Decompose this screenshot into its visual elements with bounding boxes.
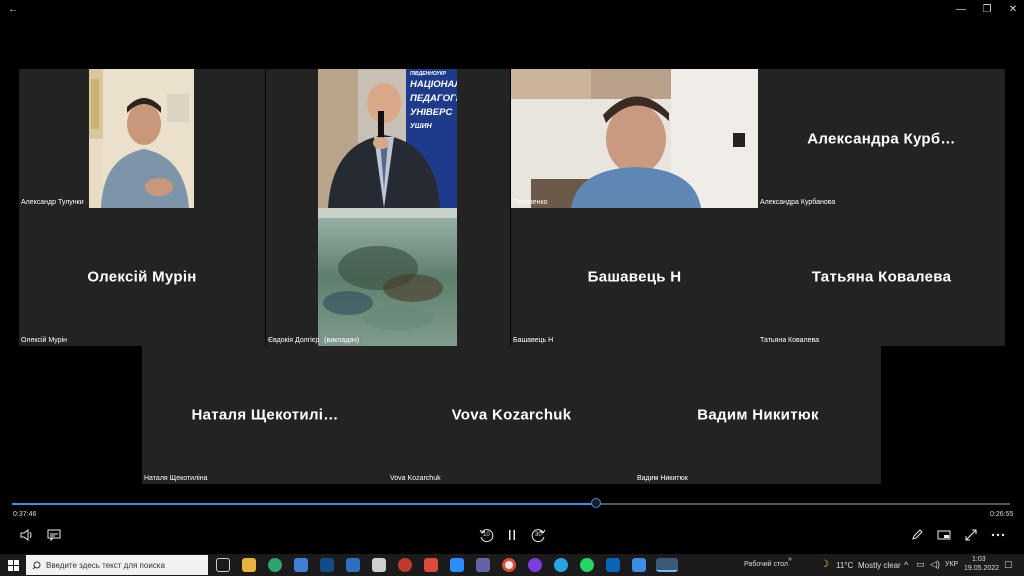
participant-role-badge: (викладач) — [321, 336, 363, 345]
participant-label: Вадим Никитюк — [637, 475, 688, 482]
participant-name: Вадим Никитюк — [697, 406, 819, 424]
miniplayer-icon[interactable] — [935, 526, 953, 544]
network-icon[interactable]: ▭ — [916, 559, 925, 570]
participant-tile-dolgier: ПІВДЕННОУКР НАЦІОНАЛ ПЕДАГОГІ УНІВЕРС УШ… — [266, 69, 510, 346]
participant-label: Vova Kozarchuk — [390, 475, 441, 482]
participant-label: Башавець Н — [513, 337, 554, 344]
rewind-label: 10 — [483, 532, 490, 538]
participant-tile-kurbanova: Александра Курб… Александра Курбанова — [758, 69, 1005, 208]
participant-label: Євдокія Долгієр (викладач) — [268, 336, 363, 345]
minimize-button[interactable]: — — [948, 0, 974, 18]
banner-line: ПІВДЕННОУКР — [410, 71, 447, 77]
banner-text: ПІВДЕННОУКР НАЦІОНАЛ ПЕДАГОГІ УНІВЕРС УШ… — [410, 71, 457, 134]
participant-tile-bashavets: Башавець Н Башавець Н — [511, 208, 758, 346]
participant-label-name: Євдокія Долгієр — [268, 337, 320, 344]
participant-label: Олексій Мурін — [21, 337, 68, 344]
title-bar: ← — ❐ ✕ — [0, 0, 1024, 18]
whatsapp-icon[interactable] — [580, 558, 594, 572]
outlook-icon[interactable] — [606, 558, 620, 572]
captions-icon[interactable] — [45, 526, 63, 544]
speaker-icon[interactable]: ◁) — [930, 559, 940, 570]
remaining-time: 0:26:55 — [990, 511, 1014, 518]
participant-tile-kozarchuk: Vova Kozarchuk Vova Kozarchuk — [388, 346, 635, 484]
participant-tile-nikityuk: Вадим Никитюк Вадим Никитюк — [635, 346, 881, 484]
shared-video — [318, 208, 457, 346]
viber-icon[interactable] — [528, 558, 542, 572]
participant-label: Татьяна Ковалева — [760, 337, 820, 344]
participant-tile-murin: Олексій Мурін Олексій Мурін — [19, 208, 265, 346]
participant-tile-tulunki: Александр Тулунки — [19, 69, 265, 208]
word-icon[interactable] — [346, 558, 360, 572]
language-indicator[interactable]: УКР — [945, 561, 958, 568]
participant-name: Олексій Мурін — [87, 268, 197, 286]
chevron-icon[interactable]: » — [788, 556, 792, 563]
mail-icon[interactable] — [320, 558, 334, 572]
clock-time[interactable]: 1:03 — [972, 556, 986, 563]
photos-icon[interactable] — [632, 558, 646, 572]
participant-label: Наталя Щекотиліна — [144, 475, 208, 482]
task-view-icon[interactable] — [216, 558, 230, 572]
participant-name: Башавець Н — [587, 268, 682, 286]
notifications-icon[interactable]: ▢ — [1004, 559, 1013, 570]
participant-name: Наталя Щекотилі… — [191, 406, 339, 424]
maximize-button[interactable]: ❐ — [974, 0, 1000, 18]
participant-tile-pekhazenko: Пенязенко — [511, 69, 758, 208]
participant-label: Александр Тулунки — [21, 199, 84, 206]
windows-start-icon[interactable] — [0, 554, 26, 576]
desktop-toolbar-label[interactable]: Рабочий стол — [744, 561, 788, 568]
participant-label: Пенязенко — [513, 199, 548, 206]
tray-chevron-up-icon[interactable]: ^ — [904, 560, 908, 570]
file-explorer-icon[interactable] — [242, 558, 256, 572]
movies-tv-icon[interactable] — [656, 558, 678, 572]
forward-30-button[interactable]: 30 — [529, 526, 549, 544]
seek-bar-thumb[interactable] — [590, 498, 601, 508]
participant-tile-kovaleva: Татьяна Ковалева Татьяна Ковалева — [758, 208, 1005, 346]
store-icon[interactable] — [294, 558, 308, 572]
participant-tile-shchekotilina: Наталя Щекотилі… Наталя Щекотиліна — [142, 346, 388, 484]
fullscreen-icon[interactable] — [962, 526, 980, 544]
participant-video-image — [89, 69, 194, 208]
moon-icon: ☽ — [820, 559, 829, 570]
participant-label: Александра Курбанова — [760, 199, 836, 206]
volume-icon[interactable] — [18, 526, 36, 544]
back-arrow-icon[interactable]: ← — [0, 0, 26, 18]
search-placeholder: Введите здесь текст для поиска — [46, 560, 165, 570]
teams-icon[interactable] — [476, 558, 490, 572]
banner-line: НАЦІОНАЛ — [410, 79, 457, 90]
clock-date[interactable]: 19.05.2022 — [964, 565, 999, 572]
edge-browser-icon[interactable] — [268, 558, 282, 572]
temperature[interactable]: 11°C — [836, 561, 853, 570]
opera-icon[interactable] — [398, 558, 412, 572]
search-icon — [32, 561, 41, 569]
taskbar-search-input[interactable]: Введите здесь текст для поиска — [26, 555, 208, 575]
rewind-10-button[interactable]: 10 — [476, 526, 496, 544]
banner-line: УНІВЕРС — [410, 107, 453, 118]
zoom-icon[interactable] — [450, 558, 464, 572]
participant-video — [89, 69, 194, 208]
taskbar: Введите здесь текст для поиска Рабочий с… — [0, 554, 1024, 576]
more-options-icon[interactable] — [989, 526, 1007, 544]
seek-bar-fill — [12, 503, 596, 505]
weather-label[interactable]: Mostly clear — [858, 561, 901, 570]
participant-name: Татьяна Ковалева — [811, 268, 952, 286]
notepad-icon[interactable] — [372, 558, 386, 572]
pause-button[interactable] — [503, 526, 521, 544]
participant-name: Vova Kozarchuk — [451, 406, 572, 424]
participant-video-image — [511, 69, 758, 208]
participant-name: Александра Курб… — [807, 130, 956, 147]
telegram-icon[interactable] — [554, 558, 568, 572]
elapsed-time: 0:37:46 — [13, 511, 37, 518]
speaker-video: ПІВДЕННОУКР НАЦІОНАЛ ПЕДАГОГІ УНІВЕРС УШ… — [318, 69, 457, 208]
close-button[interactable]: ✕ — [1000, 0, 1024, 18]
participant-video — [511, 69, 758, 208]
forward-label: 30 — [535, 532, 542, 538]
banner-line: ПЕДАГОГІ — [410, 93, 457, 104]
app-icon[interactable] — [424, 558, 438, 572]
chrome-icon[interactable] — [502, 558, 516, 572]
pencil-icon[interactable] — [908, 526, 926, 544]
seek-bar[interactable] — [12, 498, 1010, 508]
banner-line: УШИН — [410, 123, 432, 130]
water-image — [318, 208, 457, 346]
